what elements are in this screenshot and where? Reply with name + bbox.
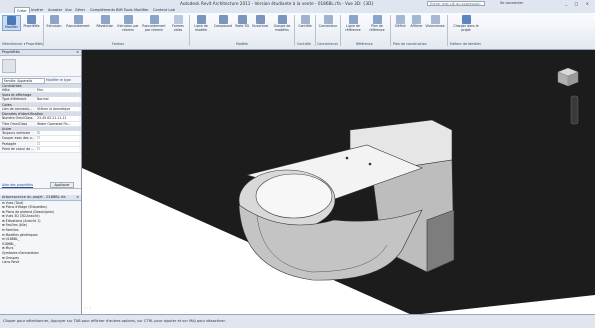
3d-viewport[interactable]: 1 : 5 [82, 50, 595, 315]
group-label-reference: Référence [356, 42, 373, 46]
revolve-button[interactable]: Révolution [95, 15, 115, 29]
swept-blend-icon [149, 15, 159, 24]
show-workplane-button[interactable]: Afficher [409, 15, 424, 29]
checkbox[interactable]: ☑ [36, 130, 79, 136]
tree-item[interactable]: Liens Revit [2, 260, 81, 265]
properties-help-link[interactable]: Aide des propriétés [2, 183, 33, 187]
property-row[interactable]: Type d'élément Normal [0, 97, 81, 103]
fixing-hole [368, 162, 372, 166]
connector-button[interactable]: Connecteur [317, 15, 339, 29]
group-label-select[interactable]: Sélectionner ▾ [2, 42, 25, 46]
project-browser-tree: ⊟ Vues (Tout) ⊞ Plans d'étage (Etiquette… [0, 201, 81, 265]
status-bar: Cliquer pour sélectionner, Appuyer sur T… [0, 314, 595, 328]
sweep-icon [123, 15, 133, 24]
property-row[interactable]: Point de calcul de ... ☐ [0, 147, 81, 153]
bowl-inner [255, 173, 333, 219]
model-group-icon [277, 15, 287, 24]
family-thumbnail-icon [2, 59, 16, 73]
search-input[interactable]: Entrer mot clé ou expression [427, 1, 485, 6]
tank-shadow-face [426, 209, 455, 273]
opening-button[interactable]: Ouverture [250, 15, 270, 29]
group-label-workplane: Plan de construction [393, 42, 427, 46]
view-scale[interactable]: 1 : 5 [84, 306, 91, 310]
properties-icon [27, 15, 36, 24]
window-buttons[interactable]: _ □ × [565, 1, 592, 6]
group-label-model: Modèle [236, 42, 248, 46]
signin-link[interactable]: Se connecter [500, 1, 523, 5]
show-workplane-icon [412, 15, 421, 24]
component-icon [218, 15, 228, 24]
group-separator [315, 15, 316, 46]
connector-icon [323, 15, 333, 24]
navigation-bar[interactable] [570, 95, 579, 125]
property-row[interactable]: Titre OmniClass Water Operated Fix... [0, 121, 81, 127]
checkbox[interactable]: ☐ [36, 141, 79, 147]
component-button[interactable]: Composant [212, 15, 234, 29]
reference-line-icon [348, 15, 358, 24]
revolve-icon [100, 15, 110, 24]
pointer-icon [7, 16, 16, 25]
model-text-icon [237, 15, 247, 24]
swept-blend-button[interactable]: Raccordement par chemin [141, 15, 167, 32]
model-group-button[interactable]: Groupe de modèles [272, 15, 292, 32]
void-forms-icon [173, 15, 183, 24]
blend-button[interactable]: Raccordement [64, 15, 92, 29]
checkbox[interactable]: ☐ [36, 147, 79, 152]
opening-icon [255, 15, 265, 24]
apply-button[interactable]: Appliquer [50, 181, 74, 188]
group-label-connectors: Connecteurs [317, 42, 338, 46]
ribbon: Modifier Propriétés Extrusion Raccordeme… [0, 13, 595, 50]
model-text-button[interactable]: Texte 3D [235, 15, 249, 29]
title-bar: Autodesk Revit Architecture 2011 - Versi… [0, 0, 595, 7]
group-separator [294, 15, 295, 46]
group-separator [189, 15, 190, 46]
extrusion-button[interactable]: Extrusion [46, 15, 62, 29]
fixing-hole [345, 156, 349, 160]
modify-button[interactable]: Modifier [2, 15, 21, 31]
load-into-project-icon [461, 15, 471, 24]
close-icon[interactable]: × [76, 195, 79, 200]
floor-plane-edge [412, 295, 595, 315]
toilet-model[interactable] [82, 50, 595, 315]
model-line-button[interactable]: Ligne de modèle [192, 15, 210, 32]
reference-line-button[interactable]: Ligne de référence [342, 15, 364, 32]
status-text: Cliquer pour sélectionner, Appuyer sur T… [3, 319, 226, 323]
edit-type-button[interactable]: Modifier le type [46, 78, 71, 82]
viewcube[interactable] [557, 67, 579, 87]
viewer-button[interactable]: Visionneuse [425, 15, 445, 29]
void-forms-button[interactable]: Formes vides [169, 15, 187, 32]
group-label-family-editor: Editeur de familles [450, 42, 481, 46]
property-row[interactable]: Lien de connexio... Utiliser la domotique [0, 106, 81, 113]
set-workplane-icon [396, 15, 405, 24]
type-selector[interactable] [0, 56, 81, 77]
checkbox[interactable]: ☐ [36, 136, 79, 141]
blend-icon [73, 15, 83, 24]
group-separator [390, 15, 391, 46]
group-label-forms: Formes [112, 42, 125, 46]
sweep-button[interactable]: Extrusion par chemin [117, 15, 139, 32]
extrusion-icon [49, 15, 59, 24]
viewer-icon [430, 15, 440, 24]
reference-plane-icon [372, 15, 382, 24]
window-title: Autodesk Revit Architecture 2011 - Versi… [180, 1, 374, 6]
close-icon[interactable]: × [76, 50, 79, 55]
load-into-project-button[interactable]: Charger dans le projet [452, 15, 480, 32]
group-separator [447, 15, 448, 46]
control-icon [300, 15, 310, 24]
property-row[interactable]: Hôte Mur [0, 88, 81, 94]
type-dropdown[interactable]: Famille: Appareils [2, 78, 45, 84]
group-separator [340, 15, 341, 46]
reference-plane-button[interactable]: Plan de référence [366, 15, 388, 32]
left-panel: Propriétés × Famille: Appareils Modifier … [0, 50, 82, 314]
model-line-icon [196, 15, 206, 24]
properties-button[interactable]: Propriétés [23, 15, 40, 29]
group-label-control: Contrôle [297, 42, 311, 46]
project-browser-header: Arborescence du projet - 0186BL.rfa × [0, 194, 81, 201]
set-workplane-button[interactable]: Définir [393, 15, 408, 29]
group-label-properties: Propriétés [26, 42, 43, 46]
group-separator [43, 15, 44, 46]
control-button[interactable]: Contrôle [296, 15, 314, 29]
